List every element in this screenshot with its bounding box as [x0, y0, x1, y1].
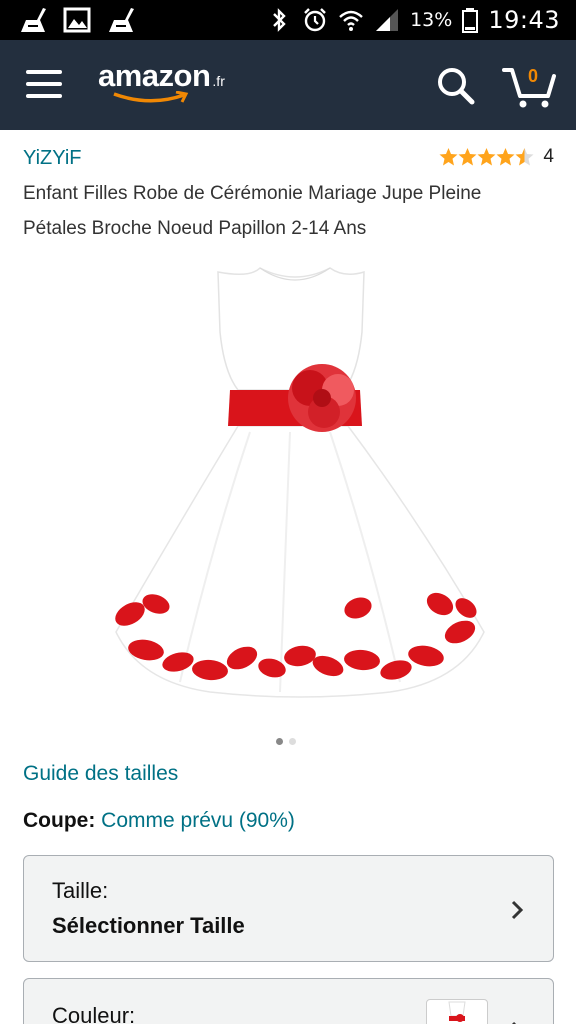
- size-label: Taille:: [52, 878, 109, 903]
- product-image[interactable]: [100, 262, 490, 702]
- pager-dot-2[interactable]: [289, 738, 296, 745]
- rating-count: 4: [543, 146, 554, 167]
- logo-text: amazon: [98, 58, 211, 93]
- chevron-right-icon: [512, 1021, 517, 1024]
- alarm-icon: [304, 8, 326, 32]
- fit-info: Coupe: Comme prévu (90%): [23, 809, 295, 833]
- fit-label: Coupe:: [23, 809, 96, 832]
- cart-count: 0: [527, 66, 538, 86]
- brand-link[interactable]: YiZYiF: [23, 147, 82, 170]
- wifi-icon: [339, 10, 363, 31]
- battery-icon: [462, 8, 479, 33]
- image-pager: [276, 738, 296, 745]
- system-status: 13% 19:43: [266, 0, 560, 40]
- stars-icon: [439, 148, 534, 166]
- signal-icon: [376, 9, 399, 31]
- smile-arrow-icon: [113, 91, 189, 103]
- logo-tld: .fr: [212, 73, 225, 89]
- cleaner-icon: [109, 8, 134, 32]
- rating[interactable]: 4: [439, 146, 554, 168]
- menu-button[interactable]: [26, 70, 62, 100]
- notification-icons: [18, 6, 136, 34]
- gallery-icon: [63, 7, 91, 33]
- status-bar: 13% 19:43: [0, 0, 576, 40]
- cart-button[interactable]: 0: [502, 62, 558, 110]
- pager-dot-1[interactable]: [276, 738, 283, 745]
- size-value: Sélectionner Taille: [52, 913, 245, 938]
- color-label: Couleur:: [52, 1003, 136, 1024]
- amazon-logo[interactable]: amazon .fr: [98, 58, 238, 108]
- bluetooth-icon: [273, 8, 286, 32]
- dress-thumbnail-icon: [448, 1001, 466, 1022]
- color-thumbnail: [426, 999, 488, 1024]
- search-icon[interactable]: [436, 66, 476, 106]
- clock: 19:43: [488, 6, 560, 34]
- chevron-right-icon: [511, 900, 524, 920]
- star-rating-icon: [439, 147, 535, 167]
- hamburger-icon: [26, 70, 62, 74]
- size-guide-link[interactable]: Guide des tailles: [23, 762, 178, 786]
- app-header: amazon .fr 0: [0, 40, 576, 130]
- hamburger-line: [26, 94, 62, 98]
- hamburger-line: [26, 82, 62, 86]
- fit-value-link[interactable]: Comme prévu (90%): [101, 809, 295, 832]
- size-selector[interactable]: Taille: Sélectionner Taille: [23, 855, 554, 962]
- cleaner-icon: [21, 8, 46, 32]
- color-selector[interactable]: Couleur:: [23, 978, 554, 1024]
- battery-percent: 13%: [410, 9, 453, 31]
- product-title: Enfant Filles Robe de Cérémonie Mariage …: [23, 183, 482, 239]
